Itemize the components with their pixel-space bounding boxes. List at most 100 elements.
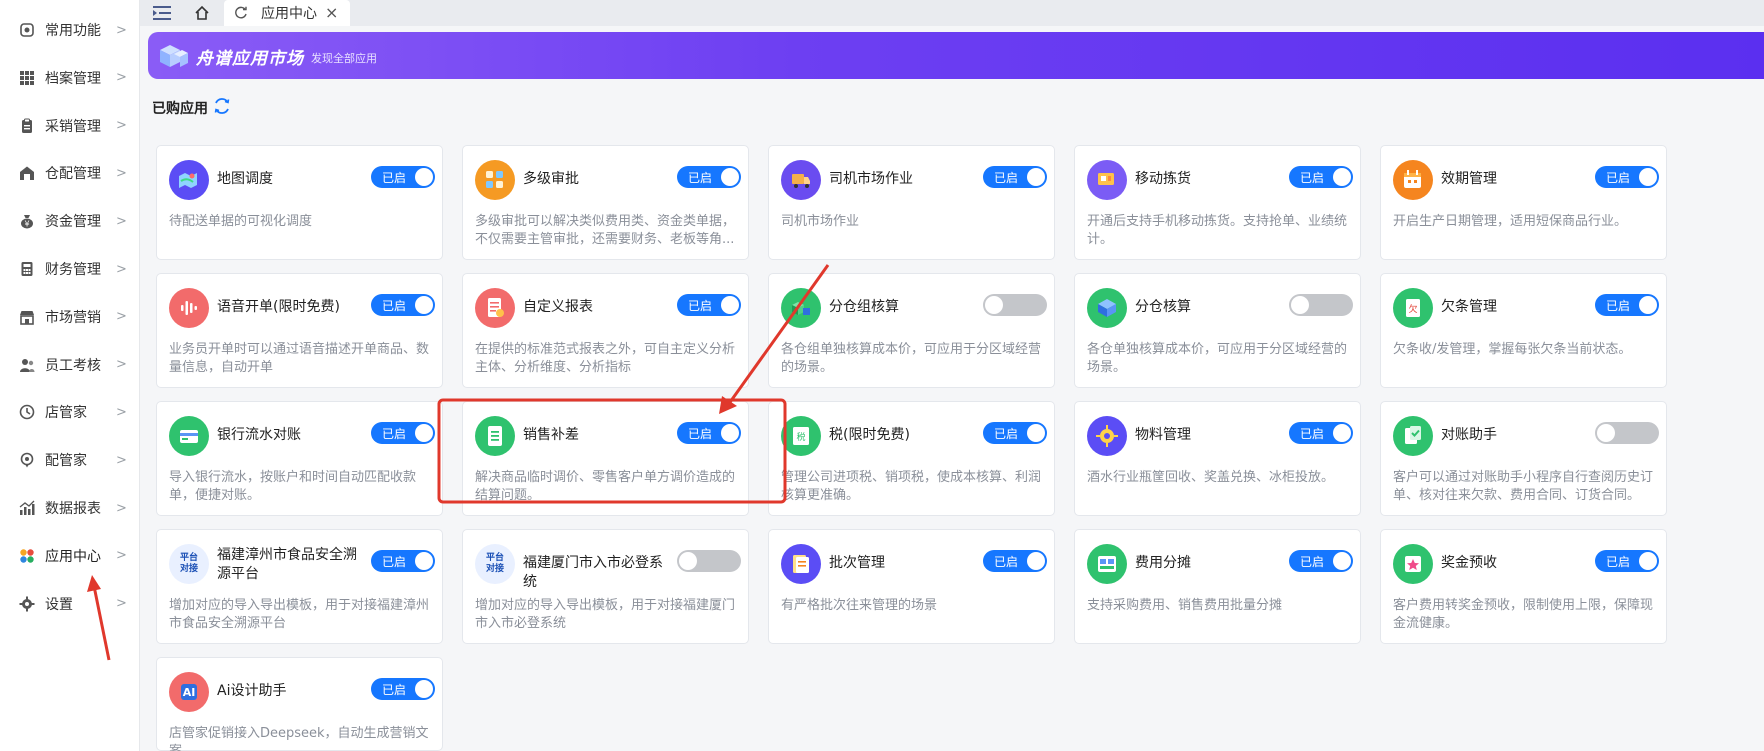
app-description: 多级审批可以解决类似费用类、资金类单据，不仅需要主管审批，还需要财务、老板等角.…	[475, 214, 736, 247]
close-icon[interactable]: ×	[325, 3, 338, 22]
app-title: Ai设计助手	[217, 683, 287, 699]
app-enable-toggle[interactable]: 已启	[371, 678, 435, 700]
app-card[interactable]: 语音开单(限时免费) 已启 业务员开单时可以通过语音描述开单商品、数量信息，自动开单	[156, 273, 443, 388]
sidebar-item-bar-chart[interactable]: 数据报表 >	[0, 488, 140, 528]
banner-subtitle[interactable]: 发现全部应用	[311, 50, 377, 66]
sidebar-item-shop-manager[interactable]: 店管家 >	[0, 392, 140, 432]
toggle-knob	[1639, 552, 1657, 570]
app-card[interactable]: 分仓组核算 各仓组单独核算成本价，可应用于分区域经营的场景。	[768, 273, 1055, 388]
app-enable-toggle[interactable]: 已启	[983, 550, 1047, 572]
toggle-knob	[721, 296, 739, 314]
app-card[interactable]: 对账助手 客户可以通过对账助手小程序自行查阅历史订单、核对往来欠款、费用合同、订货…	[1380, 401, 1667, 516]
app-enable-toggle[interactable]: 已启	[371, 166, 435, 188]
reload-icon[interactable]	[234, 6, 248, 20]
app-enable-toggle[interactable]	[1289, 294, 1353, 316]
app-card[interactable]: 效期管理 已启开启生产日期管理，适用短保商品行业。	[1380, 145, 1667, 260]
sidebar-item-clipboard[interactable]: 采销管理 >	[0, 106, 140, 146]
app-enable-toggle[interactable]	[1595, 422, 1659, 444]
app-enable-toggle[interactable]: 已启	[677, 166, 741, 188]
app-enable-toggle[interactable]: 已启	[983, 422, 1047, 444]
tab-app-center[interactable]: 应用中心 ×	[224, 0, 350, 26]
bonus-icon	[1393, 544, 1433, 584]
toggle-knob	[721, 168, 739, 186]
app-card[interactable]: 平台 对接 福建厦门市入市必登系统 增加对应的导入导出模板，用于对接福建厦门市入市必…	[462, 529, 749, 644]
app-enable-toggle[interactable]: 已启	[371, 422, 435, 444]
app-card[interactable]: 欠 欠条管理 已启欠条收/发管理，掌握每张欠条当前状态。	[1380, 273, 1667, 388]
sidebar-item-common[interactable]: 常用功能 >	[0, 10, 140, 50]
toggle-knob	[985, 296, 1003, 314]
sidebar-item-store[interactable]: 市场营销 >	[0, 297, 140, 337]
bar-chart-icon	[19, 500, 35, 516]
app-card[interactable]: 奖金预收 已启 客户费用转奖金预收，限制使用上限，保障现金流健康。	[1380, 529, 1667, 644]
app-description: 业务员开单时可以通过语音描述开单商品、数量信息，自动开单	[169, 342, 430, 375]
sidebar-item-label: 资金管理	[45, 214, 101, 231]
app-enable-toggle[interactable]: 已启	[1595, 294, 1659, 316]
app-card[interactable]: 自定义报表 已启 在提供的标准范式报表之外，可自主定义分析主体、分析维度、分析指标	[462, 273, 749, 388]
app-description: 欠条收/发管理，掌握每张欠条当前状态。	[1393, 342, 1632, 357]
collapse-menu-icon[interactable]	[152, 3, 172, 23]
sidebar-item-warehouse[interactable]: 仓配管理 >	[0, 153, 140, 193]
toggle-label: 已启	[688, 427, 713, 441]
app-enable-toggle[interactable]: 已启	[677, 422, 741, 444]
app-icon-badge: 平台 对接	[485, 553, 504, 574]
app-enable-toggle[interactable]: 已启	[1595, 166, 1659, 188]
app-card[interactable]: 费用分摊 已启 支持采购费用、销售费用批量分摊	[1074, 529, 1361, 644]
toggle-knob	[415, 680, 433, 698]
app-description: 开启生产日期管理，适用短保商品行业。	[1393, 214, 1628, 229]
app-enable-toggle[interactable]: 已启	[1289, 166, 1353, 188]
app-enable-toggle[interactable]: 已启	[1289, 550, 1353, 572]
toggle-knob	[1333, 424, 1351, 442]
app-enable-toggle[interactable]: 已启	[983, 166, 1047, 188]
calendar-icon	[1393, 160, 1433, 200]
app-card[interactable]: 地图调度 已启 待配送单据的可视化调度	[156, 145, 443, 260]
users-icon	[19, 357, 35, 373]
sidebar-item-users[interactable]: 员工考核 >	[0, 345, 140, 385]
app-enable-toggle[interactable]: 已启	[1289, 422, 1353, 444]
app-card[interactable]: 销售补差 已启 解决商品临时调价、零售客户单方调价造成的结算问题。	[462, 401, 749, 516]
app-enable-toggle[interactable]	[677, 550, 741, 572]
app-enable-toggle[interactable]: 已启	[1595, 550, 1659, 572]
app-market-banner[interactable]: 舟谱应用市场 发现全部应用	[148, 32, 1764, 79]
toggle-label: 已启	[1606, 171, 1631, 185]
app-card[interactable]: 银行流水对账 已启 导入银行流水，按账户和时间自动匹配收款单，便捷对账。	[156, 401, 443, 516]
app-title: 费用分摊	[1135, 555, 1191, 571]
app-card[interactable]: 物料管理 已启 酒水行业瓶筐回收、奖盖兑换、冰柜投放。	[1074, 401, 1361, 516]
app-card[interactable]: 税 税(限时免费) 已启 管理公司进项税、销项税，使成本核算、利润核算更准确。	[768, 401, 1055, 516]
svg-text:欠: 欠	[1408, 303, 1417, 315]
app-title: 欠条管理	[1441, 299, 1497, 315]
apps-icon	[19, 548, 35, 564]
sidebar-item-calculator[interactable]: 财务管理 >	[0, 249, 140, 289]
app-title: 福建漳州市食品安全溯源平台	[217, 547, 357, 582]
toggle-knob	[415, 424, 433, 442]
sidebar-item-gear[interactable]: 设置 >	[0, 584, 140, 624]
app-card[interactable]: 平台 对接 福建漳州市食品安全溯源平台 已启 增加对应的导入导出模板，用于对接福建漳州…	[156, 529, 443, 644]
map-icon	[169, 160, 209, 200]
app-enable-toggle[interactable]: 已启	[371, 294, 435, 316]
sidebar: 常用功能 > 档案管理 > 采销管理 > 仓配管理 > ¥ 资金管理 > 财务管理 > 市场营销 > 员工考核…	[0, 0, 140, 751]
app-card[interactable]: 多级审批 已启 多级审批可以解决类似费用类、资金类单据，不仅需要主管审批，还需要财务…	[462, 145, 749, 260]
app-card[interactable]: AI Ai设计助手 已启店管家促销接入Deepseek，自动生成营销文案	[156, 657, 443, 751]
home-icon[interactable]	[192, 3, 212, 23]
sidebar-item-grid[interactable]: 档案管理 >	[0, 58, 140, 98]
money-bag-icon: ¥	[19, 213, 35, 229]
expense-icon	[1087, 544, 1127, 584]
app-enable-toggle[interactable]: 已启	[677, 294, 741, 316]
common-icon	[19, 22, 35, 38]
app-description: 客户费用转奖金预收，限制使用上限，保障现金流健康。	[1393, 598, 1654, 631]
app-card[interactable]: 分仓核算 各仓单独核算成本价，可应用于分区域经营的场景。	[1074, 273, 1361, 388]
app-card[interactable]: 移动拣货 已启 开通后支持手机移动拣货。支持抢单、业绩统计。	[1074, 145, 1361, 260]
app-enable-toggle[interactable]	[983, 294, 1047, 316]
refresh-icon[interactable]	[212, 96, 232, 116]
app-description: 有严格批次往来管理的场景	[781, 598, 938, 613]
app-card[interactable]: 批次管理 已启 有严格批次往来管理的场景	[768, 529, 1055, 644]
sidebar-item-apps[interactable]: 应用中心 >	[0, 536, 140, 576]
sidebar-item-delivery-manager[interactable]: 配管家 >	[0, 440, 140, 480]
app-enable-toggle[interactable]: 已启	[371, 550, 435, 572]
app-title: 司机市场作业	[829, 171, 913, 187]
app-card[interactable]: 司机市场作业 已启 司机市场作业	[768, 145, 1055, 260]
app-title: 移动拣货	[1135, 171, 1191, 187]
app-title: 效期管理	[1441, 171, 1497, 187]
app-title: 销售补差	[523, 427, 579, 443]
approval-icon	[475, 160, 515, 200]
sidebar-item-money-bag[interactable]: ¥ 资金管理 >	[0, 201, 140, 241]
